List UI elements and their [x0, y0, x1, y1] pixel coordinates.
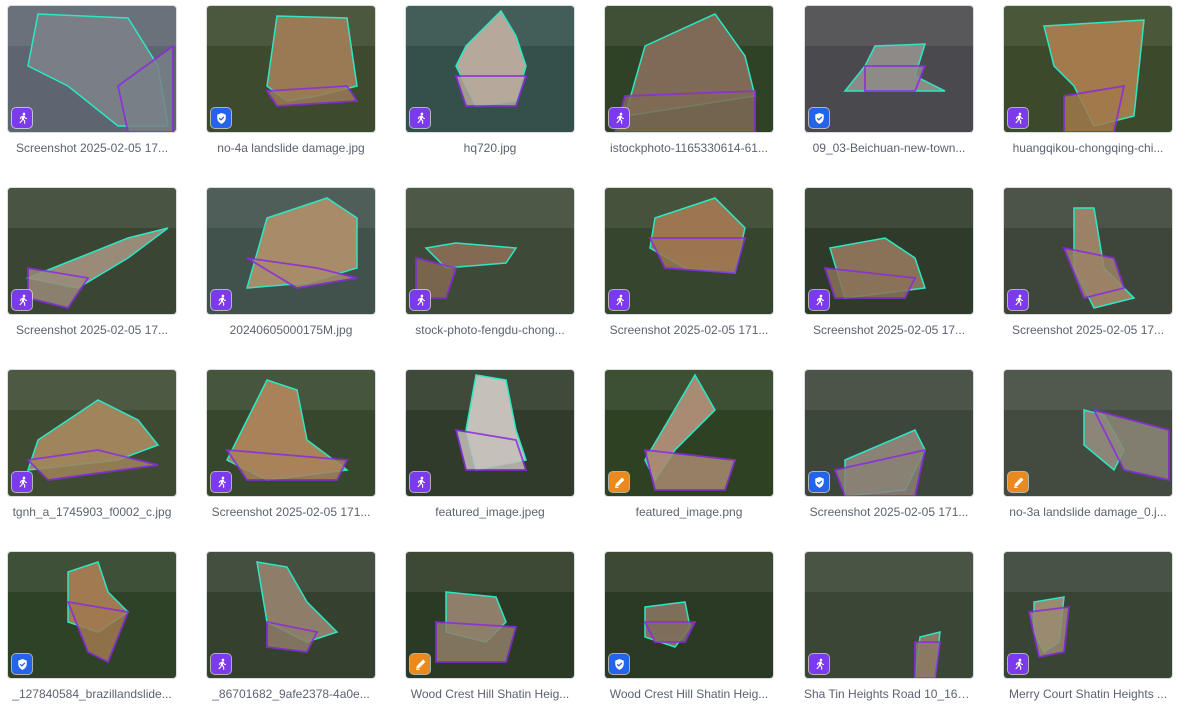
image-filename: Sha Tin Heights Road 10_16_...: [804, 687, 974, 701]
image-filename: Screenshot 2025-02-05 17...: [15, 323, 169, 337]
image-card[interactable]: Screenshot 2025-02-05 171...: [804, 369, 974, 519]
image-thumbnail[interactable]: [604, 187, 774, 315]
image-filename: _86701682_9afe2378-4a0e...: [212, 687, 370, 701]
image-filename: 20240605000175M.jpg: [229, 323, 353, 337]
image-thumbnail[interactable]: [1003, 551, 1173, 679]
image-card[interactable]: Screenshot 2025-02-05 17...: [7, 5, 177, 155]
image-filename: Screenshot 2025-02-05 17...: [812, 323, 966, 337]
running-person-icon[interactable]: [12, 472, 32, 492]
image-thumbnail[interactable]: [804, 369, 974, 497]
image-thumbnail[interactable]: [7, 187, 177, 315]
image-filename: stock-photo-fengdu-chong...: [415, 323, 565, 337]
image-filename: _127840584_brazillandslide...: [12, 687, 172, 701]
shield-check-icon[interactable]: [809, 108, 829, 128]
image-thumbnail[interactable]: [1003, 187, 1173, 315]
shield-check-icon[interactable]: [211, 108, 231, 128]
image-filename: Screenshot 2025-02-05 17...: [1011, 323, 1165, 337]
pencil-icon[interactable]: [609, 472, 629, 492]
image-filename: hq720.jpg: [463, 141, 517, 155]
image-card[interactable]: Screenshot 2025-02-05 17...: [804, 187, 974, 337]
running-person-icon[interactable]: [1008, 654, 1028, 674]
image-filename: Screenshot 2025-02-05 171...: [809, 505, 969, 519]
image-thumbnail[interactable]: [1003, 5, 1173, 133]
image-filename: Merry Court Shatin Heights ...: [1008, 687, 1168, 701]
running-person-icon[interactable]: [410, 290, 430, 310]
image-card[interactable]: _86701682_9afe2378-4a0e...: [206, 551, 376, 701]
image-thumbnail[interactable]: [405, 187, 575, 315]
image-filename: 09_03-Beichuan-new-town...: [812, 141, 966, 155]
running-person-icon[interactable]: [12, 290, 32, 310]
image-thumbnail[interactable]: [7, 551, 177, 679]
image-thumbnail[interactable]: [604, 551, 774, 679]
image-thumbnail[interactable]: [604, 369, 774, 497]
image-thumbnail[interactable]: [804, 5, 974, 133]
image-card[interactable]: Sha Tin Heights Road 10_16_...: [804, 551, 974, 701]
image-thumbnail[interactable]: [405, 5, 575, 133]
image-thumbnail[interactable]: [1003, 369, 1173, 497]
image-filename: huangqikou-chongqing-chi...: [1012, 141, 1164, 155]
running-person-icon[interactable]: [410, 472, 430, 492]
image-card[interactable]: 20240605000175M.jpg: [206, 187, 376, 337]
image-card[interactable]: Screenshot 2025-02-05 171...: [206, 369, 376, 519]
running-person-icon[interactable]: [1008, 290, 1028, 310]
image-filename: no-4a landslide damage.jpg: [217, 141, 365, 155]
image-thumbnail[interactable]: [206, 5, 376, 133]
image-thumbnail[interactable]: [206, 187, 376, 315]
running-person-icon[interactable]: [609, 290, 629, 310]
image-card[interactable]: huangqikou-chongqing-chi...: [1003, 5, 1173, 155]
image-thumbnail[interactable]: [604, 5, 774, 133]
image-filename: istockphoto-1165330614-61...: [610, 141, 768, 155]
pencil-icon[interactable]: [1008, 472, 1028, 492]
image-filename: featured_image.jpeg: [435, 505, 545, 519]
running-person-icon[interactable]: [211, 290, 231, 310]
running-person-icon[interactable]: [1008, 108, 1028, 128]
image-card[interactable]: Merry Court Shatin Heights ...: [1003, 551, 1173, 701]
image-card[interactable]: no-4a landslide damage.jpg: [206, 5, 376, 155]
image-thumbnail[interactable]: [206, 551, 376, 679]
image-card[interactable]: istockphoto-1165330614-61...: [604, 5, 774, 155]
running-person-icon[interactable]: [211, 654, 231, 674]
running-person-icon[interactable]: [809, 290, 829, 310]
image-card[interactable]: 09_03-Beichuan-new-town...: [804, 5, 974, 155]
image-card[interactable]: Wood Crest Hill Shatin Heig...: [405, 551, 575, 701]
image-card[interactable]: featured_image.png: [604, 369, 774, 519]
pencil-icon[interactable]: [410, 654, 430, 674]
image-filename: Wood Crest Hill Shatin Heig...: [410, 687, 570, 701]
image-filename: no-3a landslide damage_0.j...: [1009, 505, 1167, 519]
image-card[interactable]: featured_image.jpeg: [405, 369, 575, 519]
image-thumbnail[interactable]: [7, 369, 177, 497]
image-filename: Screenshot 2025-02-05 171...: [609, 323, 769, 337]
shield-check-icon[interactable]: [809, 472, 829, 492]
image-card[interactable]: no-3a landslide damage_0.j...: [1003, 369, 1173, 519]
image-thumbnail[interactable]: [804, 551, 974, 679]
image-grid: Screenshot 2025-02-05 17... no-4a landsli…: [0, 0, 1177, 720]
image-filename: tgnh_a_1745903_f0002_c.jpg: [12, 505, 172, 519]
image-thumbnail[interactable]: [405, 551, 575, 679]
image-card[interactable]: Screenshot 2025-02-05 17...: [7, 187, 177, 337]
image-card[interactable]: Screenshot 2025-02-05 17...: [1003, 187, 1173, 337]
image-card[interactable]: Screenshot 2025-02-05 171...: [604, 187, 774, 337]
image-filename: Wood Crest Hill Shatin Heig...: [609, 687, 769, 701]
image-card[interactable]: _127840584_brazillandslide...: [7, 551, 177, 701]
image-filename: featured_image.png: [635, 505, 743, 519]
image-card[interactable]: hq720.jpg: [405, 5, 575, 155]
image-card[interactable]: tgnh_a_1745903_f0002_c.jpg: [7, 369, 177, 519]
image-filename: Screenshot 2025-02-05 171...: [211, 505, 371, 519]
running-person-icon[interactable]: [809, 654, 829, 674]
image-thumbnail[interactable]: [804, 187, 974, 315]
image-thumbnail[interactable]: [206, 369, 376, 497]
running-person-icon[interactable]: [609, 108, 629, 128]
shield-check-icon[interactable]: [609, 654, 629, 674]
image-card[interactable]: Wood Crest Hill Shatin Heig...: [604, 551, 774, 701]
image-thumbnail[interactable]: [7, 5, 177, 133]
image-thumbnail[interactable]: [405, 369, 575, 497]
running-person-icon[interactable]: [12, 108, 32, 128]
shield-check-icon[interactable]: [12, 654, 32, 674]
image-filename: Screenshot 2025-02-05 17...: [15, 141, 169, 155]
running-person-icon[interactable]: [211, 472, 231, 492]
running-person-icon[interactable]: [410, 108, 430, 128]
image-card[interactable]: stock-photo-fengdu-chong...: [405, 187, 575, 337]
